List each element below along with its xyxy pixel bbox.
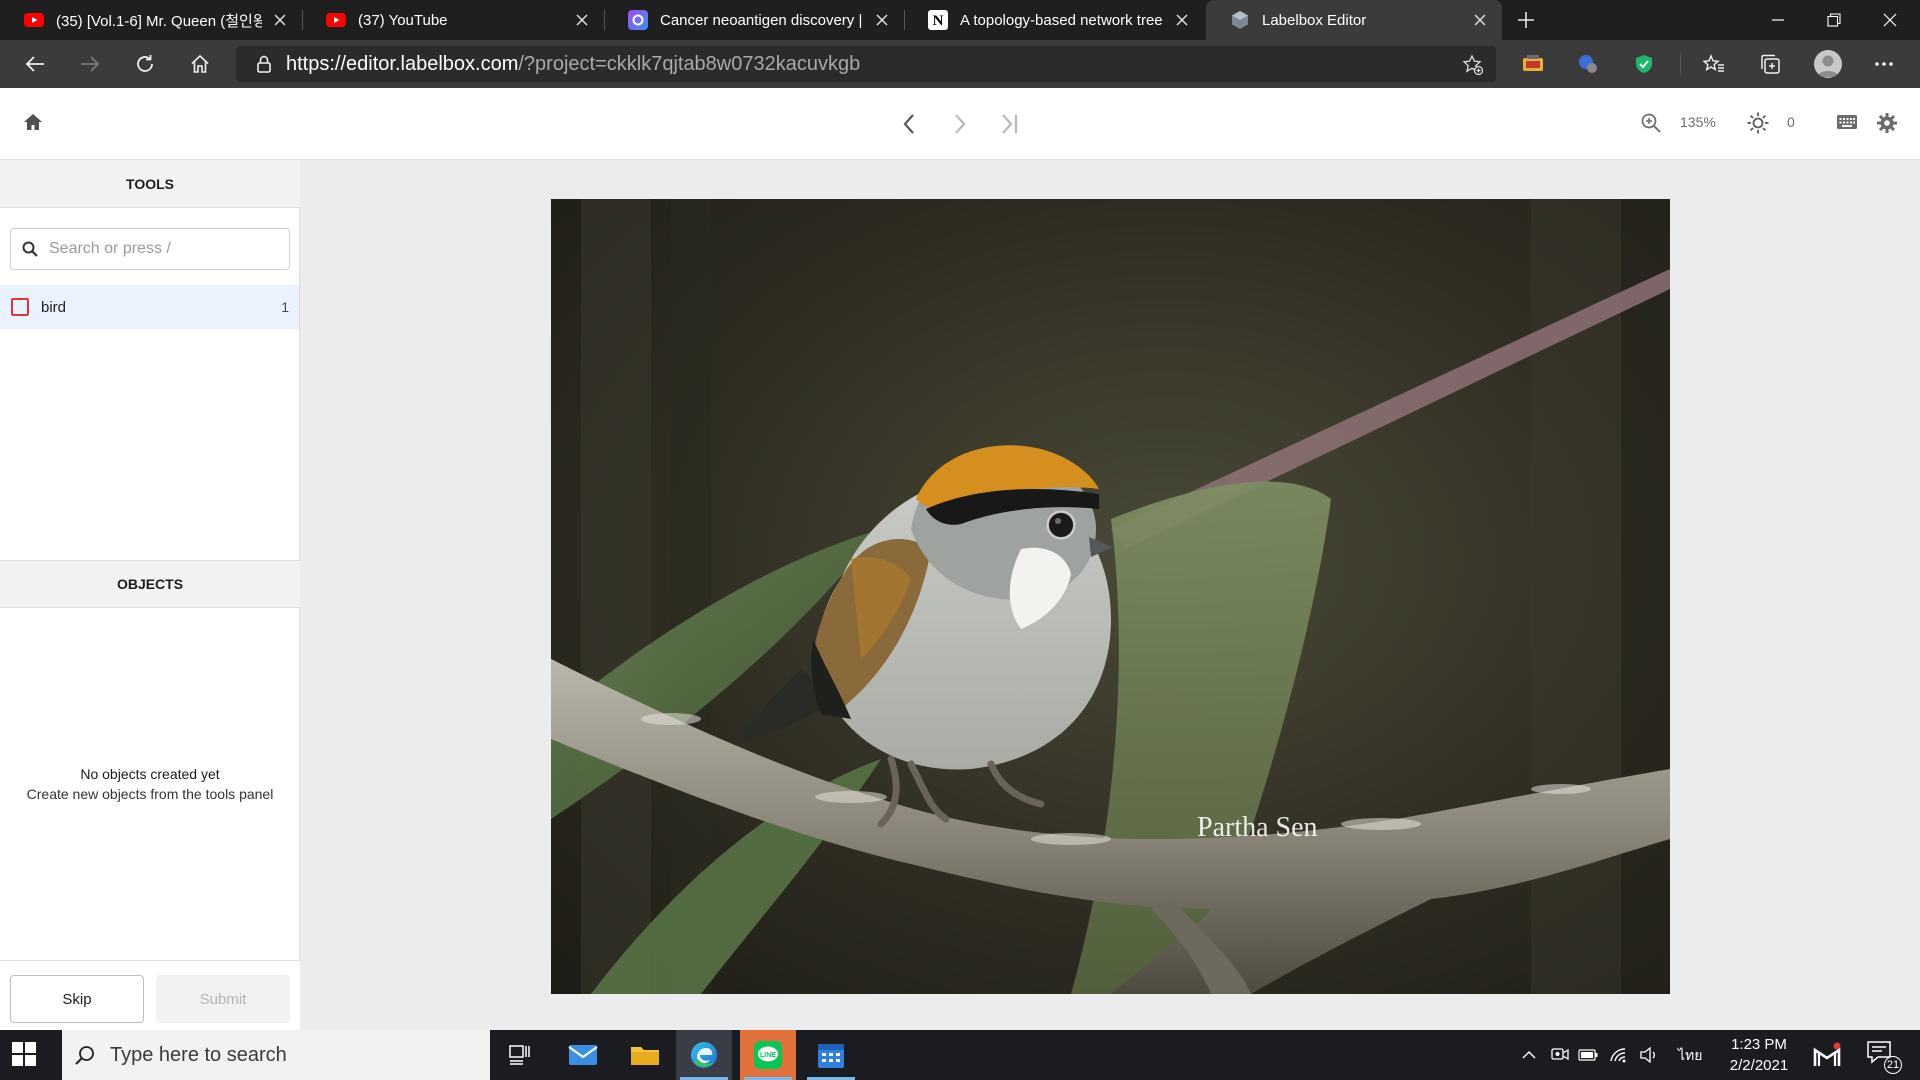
tab-title: (35) [Vol.1-6] Mr. Queen (철인왕 xyxy=(56,12,262,30)
minimize-button[interactable] xyxy=(1750,0,1806,40)
close-icon[interactable] xyxy=(1170,8,1194,32)
new-tab-button[interactable] xyxy=(1512,6,1540,34)
review-footer: Skip Submit xyxy=(0,960,300,1030)
calendar-app-icon[interactable] xyxy=(803,1030,859,1080)
clock[interactable]: 1:23 PM 2/2/2021 xyxy=(1714,1034,1804,1076)
extension-icon[interactable] xyxy=(1521,52,1545,76)
volume-icon[interactable] xyxy=(1638,1044,1660,1066)
battery-icon[interactable] xyxy=(1577,1044,1599,1066)
notification-count-badge: 21 xyxy=(1884,1056,1902,1074)
clock-date: 2/2/2021 xyxy=(1729,1057,1789,1074)
browser-tab-4[interactable]: N A topology-based network tree f xyxy=(904,0,1204,40)
app-icon xyxy=(628,10,648,30)
tool-search[interactable] xyxy=(10,228,290,270)
asset-image[interactable]: Partha Sen xyxy=(551,199,1670,994)
taskbar-search-placeholder: Type here to search xyxy=(110,1043,287,1066)
wifi-icon[interactable] xyxy=(1608,1044,1630,1066)
more-options-icon[interactable] xyxy=(1872,52,1896,76)
zoom-icon[interactable] xyxy=(1640,112,1662,134)
tab-title: Labelbox Editor xyxy=(1262,11,1367,29)
line-app-icon[interactable]: LINE xyxy=(740,1030,796,1080)
windows-start-icon[interactable] xyxy=(12,1042,38,1068)
taskbar-search[interactable]: Type here to search xyxy=(62,1030,490,1080)
shield-icon[interactable] xyxy=(1632,52,1656,76)
search-icon xyxy=(74,1044,96,1066)
tool-name: bird xyxy=(41,298,67,316)
youtube-icon xyxy=(326,10,346,30)
task-view-icon[interactable] xyxy=(492,1030,548,1080)
tools-sidebar: TOOLS bird 1 OBJECTS No objects created … xyxy=(0,160,300,1030)
close-window-button[interactable] xyxy=(1862,0,1918,40)
tools-heading: TOOLS xyxy=(0,160,300,208)
url-path: /?project=ckklk7qjtab8w0732kacuvkgb xyxy=(518,52,861,75)
tab-title: Cancer neoantigen discovery | Cl xyxy=(660,11,864,29)
translate-extension-icon[interactable] xyxy=(1576,52,1600,76)
browser-tab-2[interactable]: (37) YouTube xyxy=(302,0,604,40)
brightness-icon[interactable] xyxy=(1746,111,1770,135)
last-asset-button[interactable] xyxy=(996,110,1024,138)
edge-browser-icon[interactable] xyxy=(676,1030,732,1080)
url-host: https://editor.labelbox.com xyxy=(286,52,519,75)
empty-objects-title: No objects created yet xyxy=(80,766,220,782)
close-icon[interactable] xyxy=(570,8,594,32)
browser-tab-active[interactable]: Labelbox Editor xyxy=(1206,0,1502,40)
brightness-value[interactable]: 0 xyxy=(1787,114,1795,130)
windows-taskbar: Type here to search LINE ไทย 1:23 PM 2/2… xyxy=(0,1030,1920,1080)
forward-button[interactable] xyxy=(73,48,107,80)
close-icon[interactable] xyxy=(870,8,894,32)
chevron-up-icon[interactable] xyxy=(1518,1044,1540,1066)
tab-title: A topology-based network tree f xyxy=(960,11,1164,29)
notion-icon: N xyxy=(928,10,948,30)
tool-item-bird[interactable]: bird 1 xyxy=(0,285,299,329)
add-favorite-icon[interactable] xyxy=(1462,54,1484,76)
address-bar[interactable]: https://editor.labelbox.com/?project=ckk… xyxy=(236,46,1496,82)
bounding-box-tool-icon xyxy=(11,298,29,316)
submit-button[interactable]: Submit xyxy=(156,975,290,1023)
file-explorer-icon[interactable] xyxy=(617,1030,673,1080)
keyboard-icon[interactable] xyxy=(1836,114,1858,132)
gmail-notifier-icon[interactable] xyxy=(1812,1040,1842,1070)
youtube-icon xyxy=(24,10,44,30)
settings-gear-icon[interactable] xyxy=(1876,112,1898,134)
tool-hotkey: 1 xyxy=(281,299,289,315)
language-indicator[interactable]: ไทย xyxy=(1678,1045,1702,1067)
home-button[interactable] xyxy=(183,48,217,80)
tool-search-input[interactable] xyxy=(49,240,279,258)
labeling-canvas[interactable]: Partha Sen xyxy=(301,160,1920,1030)
empty-objects-subtitle: Create new objects from the tools panel xyxy=(26,786,274,802)
url-text: https://editor.labelbox.com/?project=ckk… xyxy=(286,53,860,76)
zoom-level[interactable]: 135% xyxy=(1680,114,1716,130)
collections-icon[interactable] xyxy=(1758,52,1782,76)
browser-tab-1[interactable]: (35) [Vol.1-6] Mr. Queen (철인왕 xyxy=(0,0,302,40)
browser-tab-3[interactable]: Cancer neoantigen discovery | Cl xyxy=(604,0,904,40)
lock-icon[interactable] xyxy=(254,54,274,74)
next-asset-button[interactable] xyxy=(946,110,974,138)
toolbar-separator xyxy=(1680,54,1681,74)
refresh-button[interactable] xyxy=(128,48,162,80)
previous-asset-button[interactable] xyxy=(895,110,923,138)
skip-button[interactable]: Skip xyxy=(10,975,144,1023)
clock-time: 1:23 PM xyxy=(1731,1036,1787,1053)
profile-avatar[interactable] xyxy=(1814,50,1842,78)
close-icon[interactable] xyxy=(1468,8,1492,32)
mail-app-icon[interactable] xyxy=(555,1030,611,1080)
close-icon[interactable] xyxy=(268,8,292,32)
search-icon xyxy=(21,240,39,258)
meet-now-icon[interactable] xyxy=(1549,1044,1571,1066)
objects-heading: OBJECTS xyxy=(0,560,300,608)
home-icon[interactable] xyxy=(22,111,48,137)
browser-tab-strip: (35) [Vol.1-6] Mr. Queen (철인왕 (37) YouTu… xyxy=(0,0,1920,40)
favorites-icon[interactable] xyxy=(1702,52,1726,76)
editor-header: 135% 0 xyxy=(0,88,1920,160)
svg-text:N: N xyxy=(933,13,944,29)
restore-button[interactable] xyxy=(1806,0,1862,40)
labelbox-icon xyxy=(1230,10,1250,30)
browser-toolbar: https://editor.labelbox.com/?project=ckk… xyxy=(0,40,1920,88)
tab-title: (37) YouTube xyxy=(358,11,448,29)
back-button[interactable] xyxy=(18,48,52,80)
image-watermark: Partha Sen xyxy=(1197,812,1318,843)
svg-text:LINE: LINE xyxy=(760,1052,776,1059)
